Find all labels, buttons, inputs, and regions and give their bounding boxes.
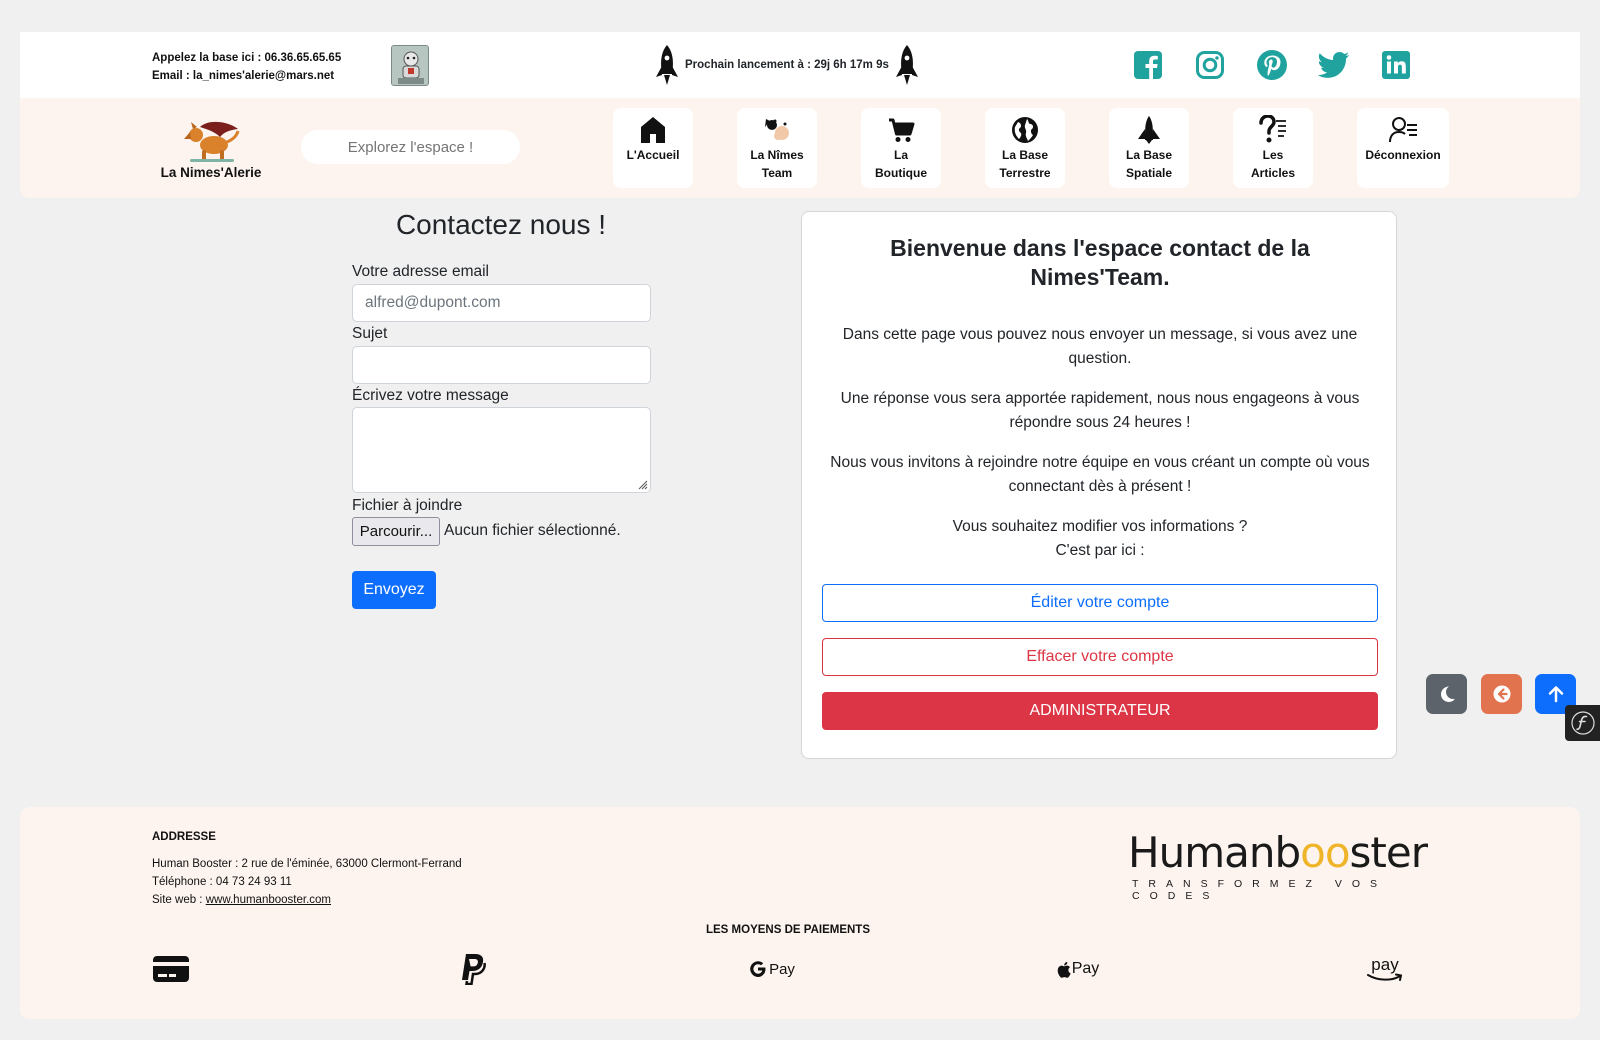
card-title: Bienvenue dans l'espace contact de la Ni… xyxy=(890,235,1310,290)
moon-icon xyxy=(1440,686,1455,702)
logo-tagline: TRANSFORMEZ VOS CODES xyxy=(1132,878,1388,902)
delete-account-button[interactable]: Effacer votre compte xyxy=(822,638,1378,676)
earth-icon xyxy=(1012,117,1038,143)
nav-item-articles[interactable]: Les Articles xyxy=(1233,108,1313,188)
symfony-icon xyxy=(1570,711,1595,735)
arrow-up-icon xyxy=(1548,686,1563,703)
humanbooster-logo[interactable]: Humanbooster TRANSFORMEZ VOS CODES xyxy=(1128,830,1466,903)
home-icon xyxy=(641,117,665,143)
launch-countdown: Prochain lancement à : 29j 6h 17m 9s xyxy=(655,44,919,86)
articles-icon xyxy=(1259,115,1286,143)
amazon-pay-icon: pay xyxy=(1365,951,1405,987)
user-logout-icon xyxy=(1389,117,1417,143)
card-paragraph: C'est par ici : xyxy=(1055,542,1145,559)
cart-icon xyxy=(889,118,915,142)
social-links xyxy=(1130,47,1413,82)
pinterest-icon[interactable] xyxy=(1254,47,1289,82)
card-paragraph: Dans cette page vous pouvez nous envoyer… xyxy=(842,326,1358,367)
apple-pay-icon: Pay xyxy=(1046,951,1110,987)
nav-item-deconnexion[interactable]: Déconnexion xyxy=(1357,108,1449,188)
google-pay-icon: Pay xyxy=(740,951,804,987)
base-contact-info: Appelez la base ici : 06.36.65.65.65 Ema… xyxy=(152,49,341,85)
message-textarea[interactable] xyxy=(352,407,651,493)
symfony-toolbar-toggle[interactable] xyxy=(1565,705,1600,741)
search-input[interactable] xyxy=(301,130,520,164)
website-link[interactable]: www.humanbooster.com xyxy=(206,894,331,906)
rocket-icon xyxy=(656,45,678,85)
brand-home-link[interactable]: La Nimes'Alerie xyxy=(155,115,267,180)
nav-item-base-spatiale[interactable]: La Base Spatiale xyxy=(1109,108,1189,188)
launch-countdown-text: Prochain lancement à : 29j 6h 17m 9s xyxy=(685,59,889,71)
card-paragraph: Une réponse vous sera apportée rapidemen… xyxy=(840,390,1360,431)
nav-item-team[interactable]: La Nîmes Team xyxy=(737,108,817,188)
admin-button[interactable]: ADMINISTRATEUR xyxy=(822,692,1378,730)
website-line: Site web : www.humanbooster.com xyxy=(152,894,331,906)
back-button[interactable] xyxy=(1481,674,1522,714)
resize-grip-icon[interactable] xyxy=(638,480,648,490)
twitter-icon[interactable] xyxy=(1316,47,1351,82)
subject-label: Sujet xyxy=(352,325,388,342)
paypal-icon xyxy=(458,951,488,987)
dog-logo-icon xyxy=(184,121,240,162)
edit-account-button[interactable]: Éditer votre compte xyxy=(822,584,1378,622)
email-field[interactable] xyxy=(352,284,651,322)
facebook-icon[interactable] xyxy=(1130,47,1165,82)
site-footer: ADDRESSE Human Booster : 2 rue de l'émin… xyxy=(20,807,1580,1019)
phone-line: Téléphone : 04 73 24 93 11 xyxy=(152,876,292,888)
main-navbar: La Nimes'Alerie L'Accueil La Nîmes Team … xyxy=(20,98,1580,198)
browse-file-button[interactable]: Parcourir... xyxy=(352,517,440,546)
dark-mode-toggle[interactable] xyxy=(1426,674,1467,714)
linkedin-icon[interactable] xyxy=(1378,47,1413,82)
send-button[interactable]: Envoyez xyxy=(352,571,436,609)
contact-form-title: Contactez nous ! xyxy=(395,209,607,240)
brand-name: La Nimes'Alerie xyxy=(160,165,262,180)
address-title: ADDRESSE xyxy=(152,831,216,843)
file-status-text: Aucun fichier sélectionné. xyxy=(444,522,621,539)
message-label: Écrivez votre message xyxy=(352,387,509,404)
amazon-pay-label: pay xyxy=(1371,954,1399,974)
team-photo-thumbnail[interactable] xyxy=(391,45,429,86)
nav-item-boutique[interactable]: La Boutique xyxy=(861,108,941,188)
card-paragraph: Vous souhaitez modifier vos informations… xyxy=(952,518,1248,535)
nav-item-base-terrestre[interactable]: La Base Terrestre xyxy=(985,108,1065,188)
file-label: Fichier à joindre xyxy=(352,497,463,514)
apple-pay-label: Pay xyxy=(1071,960,1100,977)
instagram-icon[interactable] xyxy=(1192,47,1227,82)
email-label: Votre adresse email xyxy=(352,263,489,280)
address-line: Human Booster : 2 rue de l'éminée, 63000… xyxy=(152,858,462,870)
team-icon xyxy=(765,119,789,140)
address-block: Human Booster : 2 rue de l'éminée, 63000… xyxy=(152,855,462,909)
subject-field[interactable] xyxy=(352,346,651,384)
email-line: Email : la_nimes'alerie@mars.net xyxy=(152,70,335,82)
phone-line: Appelez la base ici : 06.36.65.65.65 xyxy=(152,52,342,64)
back-arrow-icon xyxy=(1493,685,1510,703)
top-info-bar: Appelez la base ici : 06.36.65.65.65 Ema… xyxy=(20,32,1580,98)
google-pay-label: Pay xyxy=(769,960,795,978)
contact-welcome-card: Bienvenue dans l'espace contact de la Ni… xyxy=(801,211,1397,759)
shuttle-icon xyxy=(1138,116,1160,144)
rocket-icon xyxy=(895,45,918,85)
payments-title: LES MOYENS DE PAIEMENTS xyxy=(705,924,870,936)
credit-card-icon xyxy=(152,951,190,987)
nav-item-accueil[interactable]: L'Accueil xyxy=(613,108,693,188)
card-paragraph: Nous vous invitons à rejoindre notre équ… xyxy=(830,454,1370,495)
